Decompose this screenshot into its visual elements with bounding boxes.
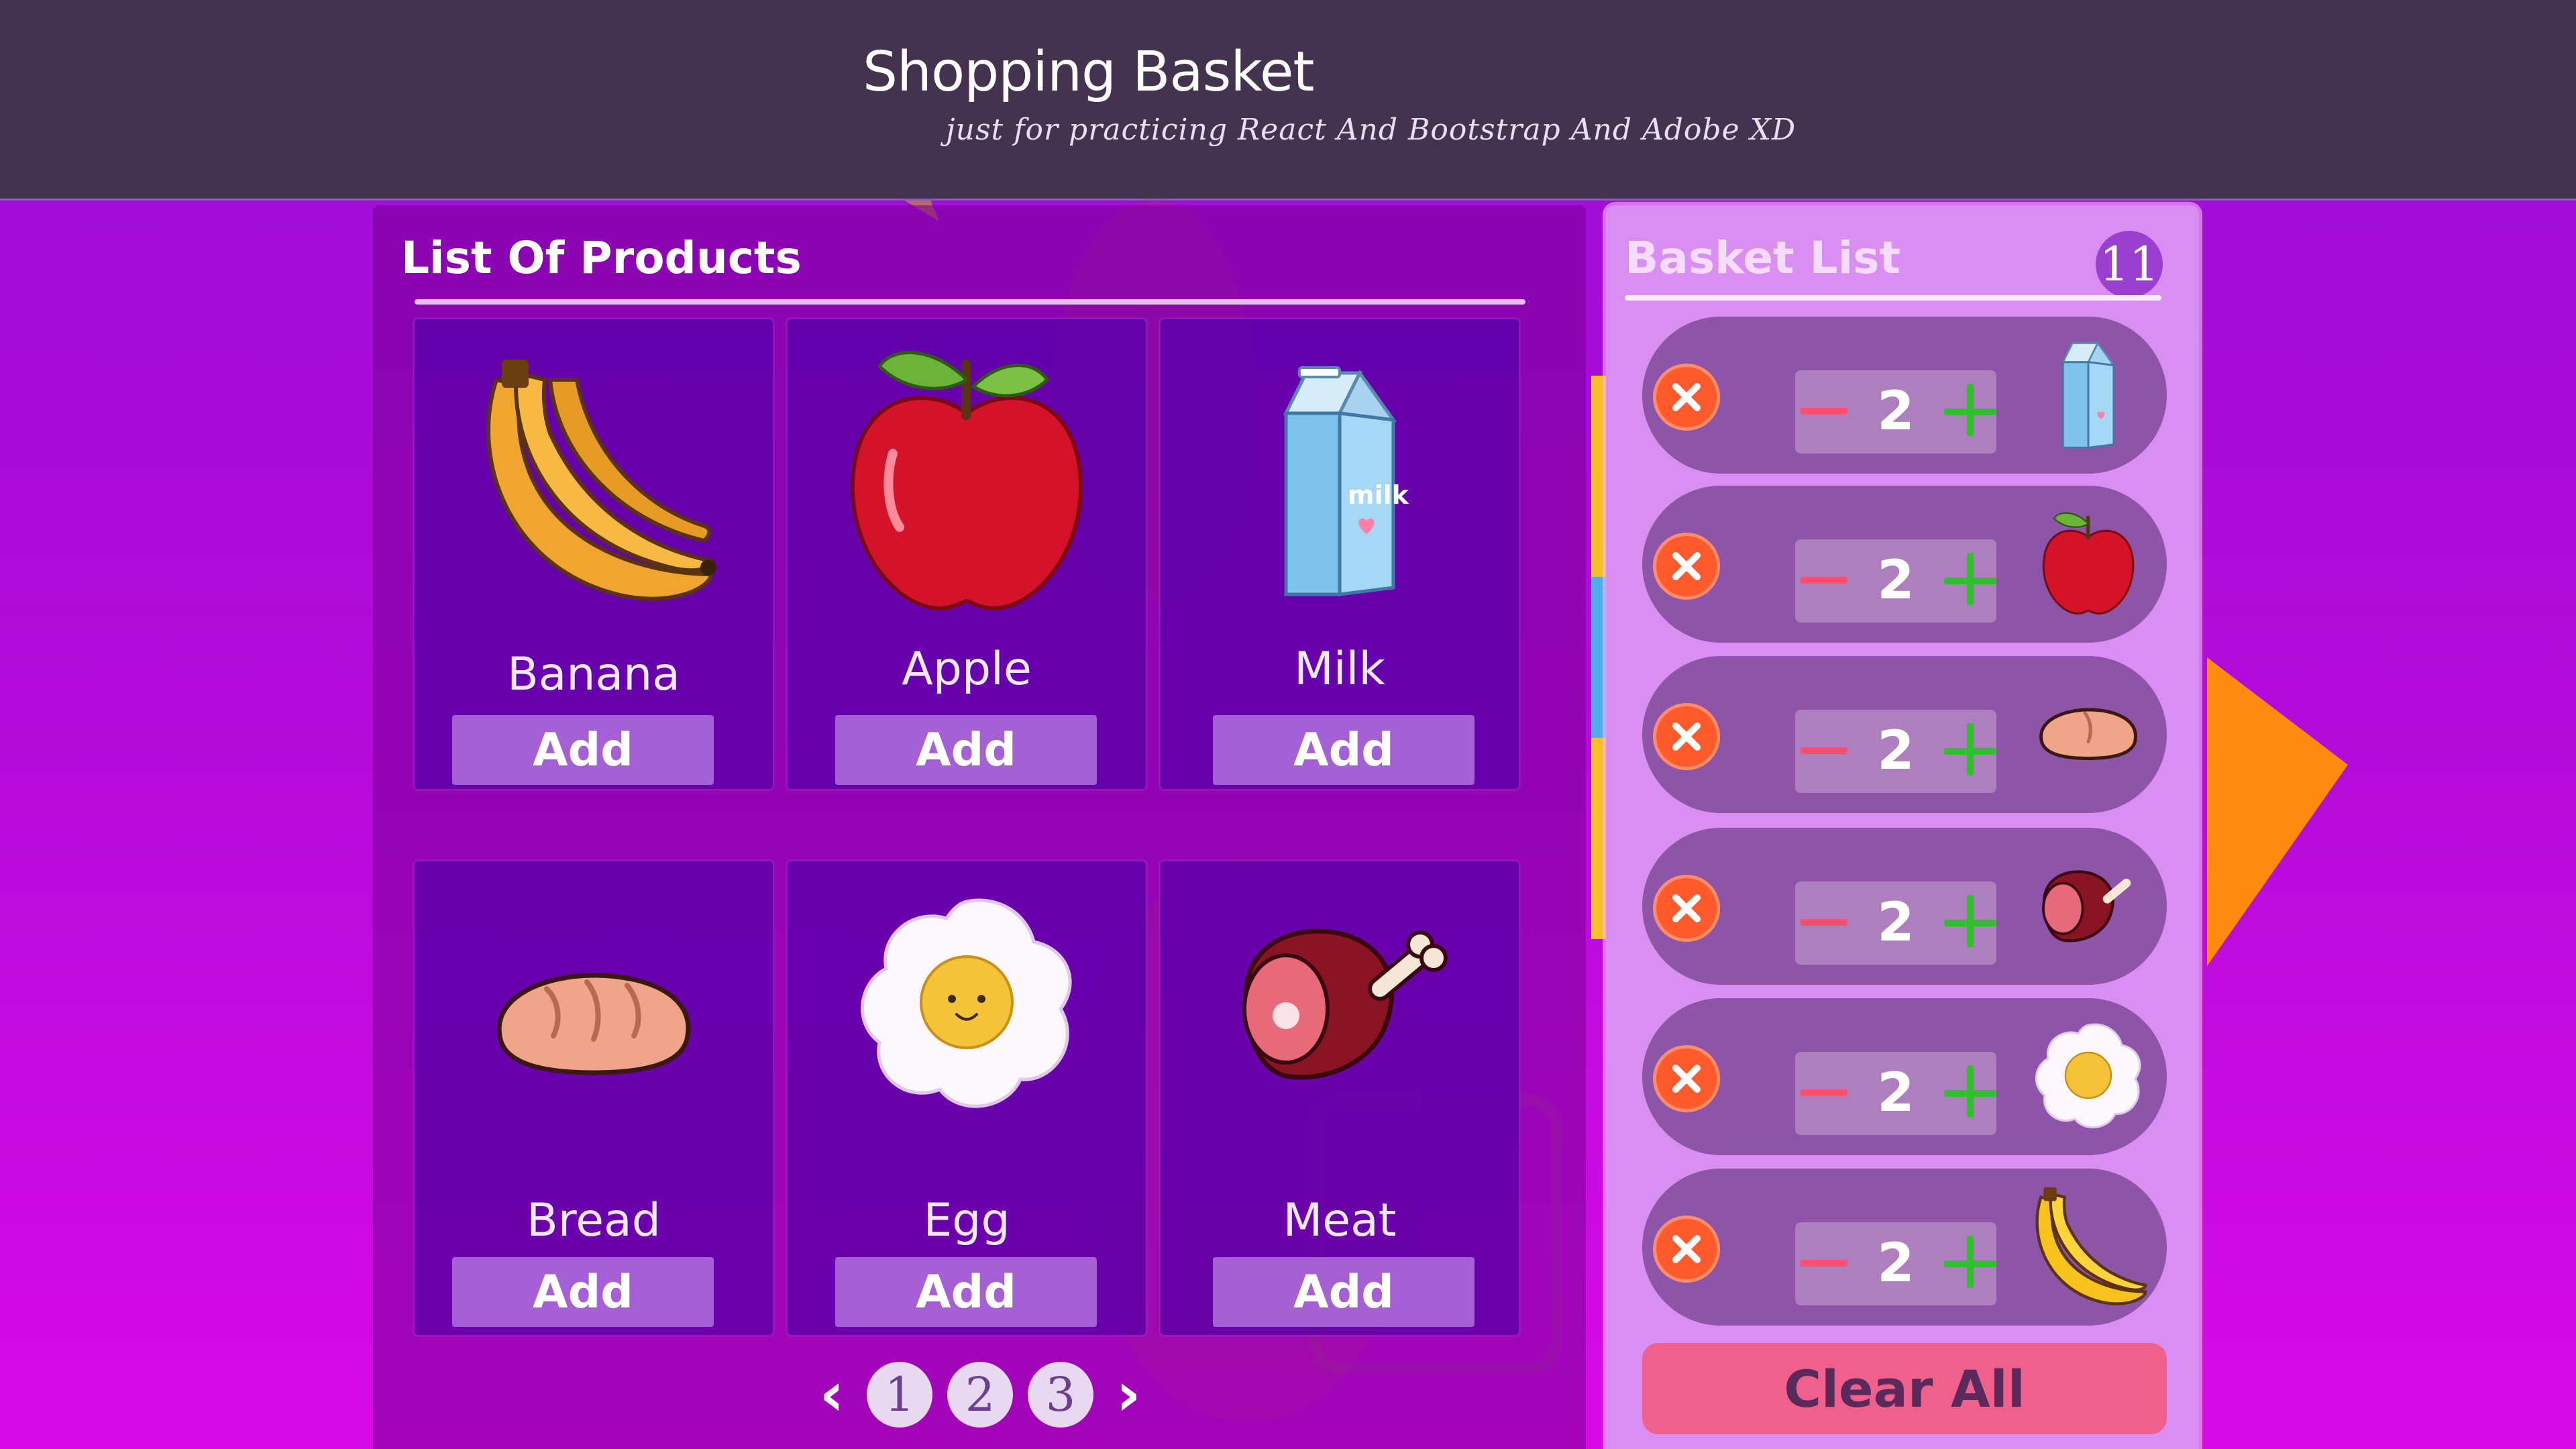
apple-icon [788,319,1146,641]
add-milk-button[interactable]: Add [1213,715,1474,785]
remove-item-button[interactable] [1653,364,1720,431]
increase-quantity-button[interactable] [1944,1065,1996,1118]
product-card-bread: Bread Add [415,861,773,1335]
close-icon [1672,552,1701,580]
basket-item-meat: 2 [1642,828,2167,985]
quantity-stepper: 2 [1795,1052,1996,1135]
chevron-left-icon[interactable]: ‹ [812,1362,852,1427]
close-icon [1672,383,1701,411]
remove-item-button[interactable] [1653,875,1720,942]
product-name: Banana [507,648,680,701]
banana-icon [2025,1182,2152,1309]
products-divider [415,299,1525,305]
product-card-banana: Banana Add [415,319,773,789]
remove-item-button[interactable] [1653,1216,1720,1283]
product-card-milk: milk Milk Add [1161,319,1519,789]
product-card-apple: Apple Add [788,319,1146,789]
page-2-button[interactable]: 2 [947,1362,1013,1428]
product-name: Meat [1283,1194,1397,1247]
close-icon [1672,894,1701,922]
products-panel: List Of Products Banana Add Apple Add mi… [373,205,1586,1449]
basket-heading: Basket List [1625,232,1901,284]
page-3-button[interactable]: 3 [1028,1362,1093,1428]
increase-quantity-button[interactable] [1944,1236,1996,1288]
add-banana-button[interactable]: Add [452,715,714,785]
close-icon [1672,1065,1701,1093]
basket-item-egg: 2 [1642,998,2167,1155]
page-1-button[interactable]: 1 [867,1362,932,1428]
quantity-stepper: 2 [1795,1222,1996,1305]
product-name: Apple [902,643,1032,696]
add-meat-button[interactable]: Add [1213,1257,1474,1327]
product-card-egg: Egg Add [788,861,1146,1335]
basket-item-bread: 2 [1642,656,2167,813]
milk-icon: milk [1161,319,1519,641]
basket-item-banana: 2 [1642,1169,2167,1326]
basket-count-badge: 11 [2096,231,2163,298]
add-apple-button[interactable]: Add [835,715,1097,785]
pagination: ‹ 1 2 3 › [812,1362,1148,1428]
egg-icon [2025,1012,2152,1139]
bread-icon [415,861,773,1183]
bread-icon [2025,669,2152,797]
app-title: Shopping Basket [863,40,1315,104]
close-icon [1672,722,1701,751]
products-heading: List Of Products [401,232,802,284]
svg-text:milk: milk [1348,480,1409,510]
egg-icon [788,861,1146,1143]
product-name: Egg [923,1194,1010,1247]
quantity-stepper: 2 [1795,881,1996,965]
quantity-stepper: 2 [1795,539,1996,623]
quantity-stepper: 2 [1795,370,1996,453]
apple-icon [2025,499,2152,627]
meat-icon [2025,841,2152,969]
product-name: Milk [1294,643,1385,696]
basket-divider [1625,295,2161,301]
remove-item-button[interactable] [1653,703,1720,770]
close-icon [1672,1235,1701,1263]
clear-all-button[interactable]: Clear All [1642,1343,2167,1434]
app-subtitle: just for practicing React And Bootstrap … [946,113,1796,147]
increase-quantity-button[interactable] [1944,895,1996,947]
increase-quantity-button[interactable] [1944,553,1996,605]
app-header: Shopping Basket just for practicing Reac… [0,0,2576,201]
remove-item-button[interactable] [1653,533,1720,600]
basket-item-apple: 2 [1642,486,2167,643]
remove-item-button[interactable] [1653,1045,1720,1112]
banana-icon [415,319,773,641]
add-bread-button[interactable]: Add [452,1257,714,1327]
chevron-right-icon[interactable]: › [1108,1362,1148,1427]
milk-icon [2025,330,2152,458]
meat-icon [1161,861,1519,1143]
product-name: Bread [527,1194,661,1247]
quantity-stepper: 2 [1795,710,1996,793]
basket-item-milk: 2 [1642,317,2167,474]
add-egg-button[interactable]: Add [835,1257,1097,1327]
product-card-meat: Meat Add [1161,861,1519,1335]
increase-quantity-button[interactable] [1944,723,1996,775]
increase-quantity-button[interactable] [1944,384,1996,436]
basket-panel: Basket List 11 2 2 2 2 2 2 Clear All [1606,205,2199,1449]
